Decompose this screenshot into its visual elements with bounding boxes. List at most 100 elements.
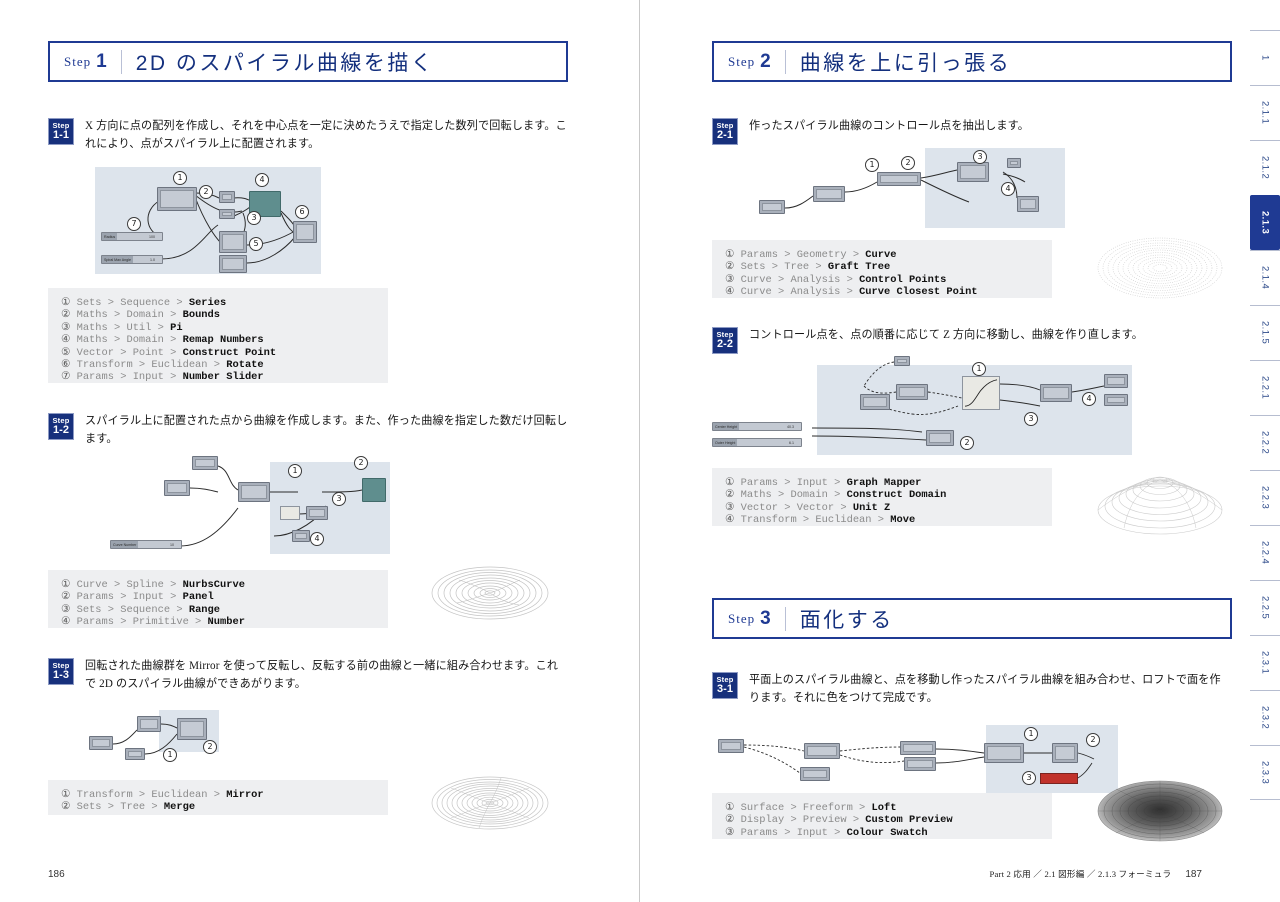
graph-curve-icon xyxy=(964,379,998,407)
tab-index-item[interactable]: 2.1.2 xyxy=(1250,140,1280,195)
gh-node xyxy=(900,741,936,755)
callout-marker: 6 xyxy=(295,205,309,219)
tab-index-item[interactable]: 2.2.5 xyxy=(1250,580,1280,635)
component-line: ④ Params > Primitive > Number xyxy=(61,616,245,629)
substep-3-1: Step 3-1 平面上のスパイラル曲線と、点を移動し作ったスパイラル曲線を組み… xyxy=(712,672,1232,708)
gh-node xyxy=(894,356,910,366)
gh-number-slider[interactable]: Radius 100 xyxy=(101,232,163,241)
tab-index-item[interactable]: 2.1.4 xyxy=(1250,250,1280,305)
component-line: ③ Params > Input > Colour Swatch xyxy=(725,826,928,839)
callout-marker: 4 xyxy=(1082,392,1096,406)
callout-marker: 2 xyxy=(1086,733,1100,747)
component-line: ④ Maths > Domain > Remap Numbers xyxy=(61,334,264,347)
gh-node xyxy=(1007,158,1021,168)
gh-node xyxy=(877,172,921,186)
spiral-mirrored-graphic xyxy=(431,776,549,830)
gh-node xyxy=(89,736,113,750)
tab-index-item[interactable]: 2.2.2 xyxy=(1250,415,1280,470)
callout-marker: 1 xyxy=(972,362,986,376)
callout-marker: 1 xyxy=(865,158,879,172)
callout-marker: 2 xyxy=(203,740,217,754)
tab-index-item[interactable]: 2.3.3 xyxy=(1250,745,1280,800)
component-line: ④ Transform > Euclidean > Move xyxy=(725,514,916,527)
callout-marker: 4 xyxy=(1001,182,1015,196)
gh-node xyxy=(137,716,161,732)
footer-breadcrumb: Part 2 応用 ／ 2.1 図形編 ／ 2.1.3 フォーミュラ xyxy=(989,869,1172,879)
step-section-title: 2D のスパイラル曲線を描く xyxy=(135,51,435,75)
tab-index-item[interactable]: 2.3.2 xyxy=(1250,690,1280,745)
component-line: ③ Sets > Sequence > Range xyxy=(61,603,221,616)
step-section-header-1: Step 1 2D のスパイラル曲線を描く xyxy=(48,41,568,82)
tab-index-item[interactable]: 2.2.1 xyxy=(1250,360,1280,415)
callout-marker: 2 xyxy=(901,156,915,170)
result-preview-2-1 xyxy=(1090,218,1230,318)
component-line: ① Surface > Freeform > Loft xyxy=(725,802,897,814)
gh-colour-swatch[interactable] xyxy=(1040,773,1078,784)
callout-marker: 1 xyxy=(173,171,187,185)
component-line: ③ Maths > Util > Pi xyxy=(61,321,183,334)
step-number: 2 xyxy=(760,50,771,72)
grasshopper-canvas-3-1: 1 2 3 xyxy=(708,725,1128,795)
component-line: ② Sets > Tree > Merge xyxy=(61,801,196,814)
gh-number-slider[interactable]: Outer Height 6.1 xyxy=(712,438,802,447)
step-section-header-3: Step 3 面化する xyxy=(712,598,1232,639)
component-line: ① Curve > Spline > NurbsCurve xyxy=(61,579,245,591)
gh-node xyxy=(362,478,386,502)
gh-node xyxy=(904,757,936,771)
gh-node xyxy=(759,200,785,214)
component-line: ① Transform > Euclidean > Mirror xyxy=(61,789,264,801)
callout-marker: 4 xyxy=(255,173,269,187)
gh-number-slider[interactable]: Center Height 40.3 xyxy=(712,422,802,431)
result-preview-1-2 xyxy=(425,548,555,638)
tab-index-item[interactable]: 2.2.3 xyxy=(1250,470,1280,525)
gh-node xyxy=(1052,743,1078,763)
spiral-points-graphic xyxy=(1097,237,1223,299)
component-line: ② Display > Preview > Custom Preview xyxy=(725,814,953,827)
callout-marker: 1 xyxy=(1024,727,1038,741)
component-line: ② Maths > Domain > Construct Domain xyxy=(725,489,947,502)
gh-node xyxy=(800,767,830,781)
component-line: ① Params > Geometry > Curve xyxy=(725,249,897,261)
result-preview-2-2 xyxy=(1090,452,1230,547)
component-line: ② Sets > Tree > Graft Tree xyxy=(725,261,891,274)
callout-marker: 3 xyxy=(332,492,346,506)
callout-marker: 5 xyxy=(249,237,263,251)
component-line: ④ Curve > Analysis > Curve Closest Point xyxy=(725,286,978,299)
gh-graph-mapper xyxy=(962,376,1000,410)
gh-node xyxy=(157,187,197,211)
spiral-3d-wire-graphic xyxy=(1097,476,1223,535)
tab-index-item[interactable]: 2.1.5 xyxy=(1250,305,1280,360)
page-number-right: 187 xyxy=(1185,868,1202,880)
component-line: ⑤ Vector > Point > Construct Point xyxy=(61,346,277,359)
substep-description: X 方向に点の配列を作成し、それを中心点を一定に決めたうえで指定した数列で回転し… xyxy=(85,120,567,150)
gh-node xyxy=(896,384,928,400)
callout-marker: 1 xyxy=(288,464,302,478)
substep-description: 回転された曲線群を Mirror を使って反転し、反転する前の曲線と一緒に組み合… xyxy=(85,660,559,690)
tab-index-item[interactable]: 2.2.4 xyxy=(1250,525,1280,580)
component-list-1-3: ① Transform > Euclidean > Mirror ② Sets … xyxy=(48,780,388,815)
step-section-header-2: Step 2 曲線を上に引っ張る xyxy=(712,41,1232,82)
gh-number-slider[interactable]: Curve Number 10 xyxy=(110,540,182,549)
substep-badge: Step 2-1 xyxy=(712,118,738,145)
tab-index-item-active[interactable]: 2.1.3 xyxy=(1250,195,1280,250)
tab-index-item[interactable]: 2.3.1 xyxy=(1250,635,1280,690)
component-list-2-1: ① Params > Geometry > Curve ② Sets > Tre… xyxy=(712,240,1052,298)
gh-number-slider[interactable]: Spiral Max Angle 1.0 xyxy=(101,255,163,264)
substep-2-1: Step 2-1 作ったスパイラル曲線のコントロール点を抽出します。 xyxy=(712,118,1232,145)
gh-node xyxy=(1040,384,1072,402)
step-number: 1 xyxy=(96,50,107,72)
gh-node xyxy=(860,394,890,410)
step-section-title: 面化する xyxy=(799,608,894,632)
gh-node xyxy=(219,231,247,253)
substep-description: 平面上のスパイラル曲線と、点を移動し作ったスパイラル曲線を組み合わせ、ロフトで面… xyxy=(749,674,1221,704)
component-line: ① Params > Input > Graph Mapper xyxy=(725,477,922,489)
tab-index-item[interactable]: 1 xyxy=(1250,30,1280,85)
step-label: Step xyxy=(728,610,756,626)
header-divider xyxy=(120,49,122,74)
callout-marker: 3 xyxy=(1022,771,1036,785)
tab-index-item[interactable]: 2.1.1 xyxy=(1250,85,1280,140)
substep-badge: Step 1-3 xyxy=(48,658,74,685)
gh-node xyxy=(293,221,317,243)
gh-node xyxy=(1104,394,1128,406)
callout-marker: 2 xyxy=(199,185,213,199)
